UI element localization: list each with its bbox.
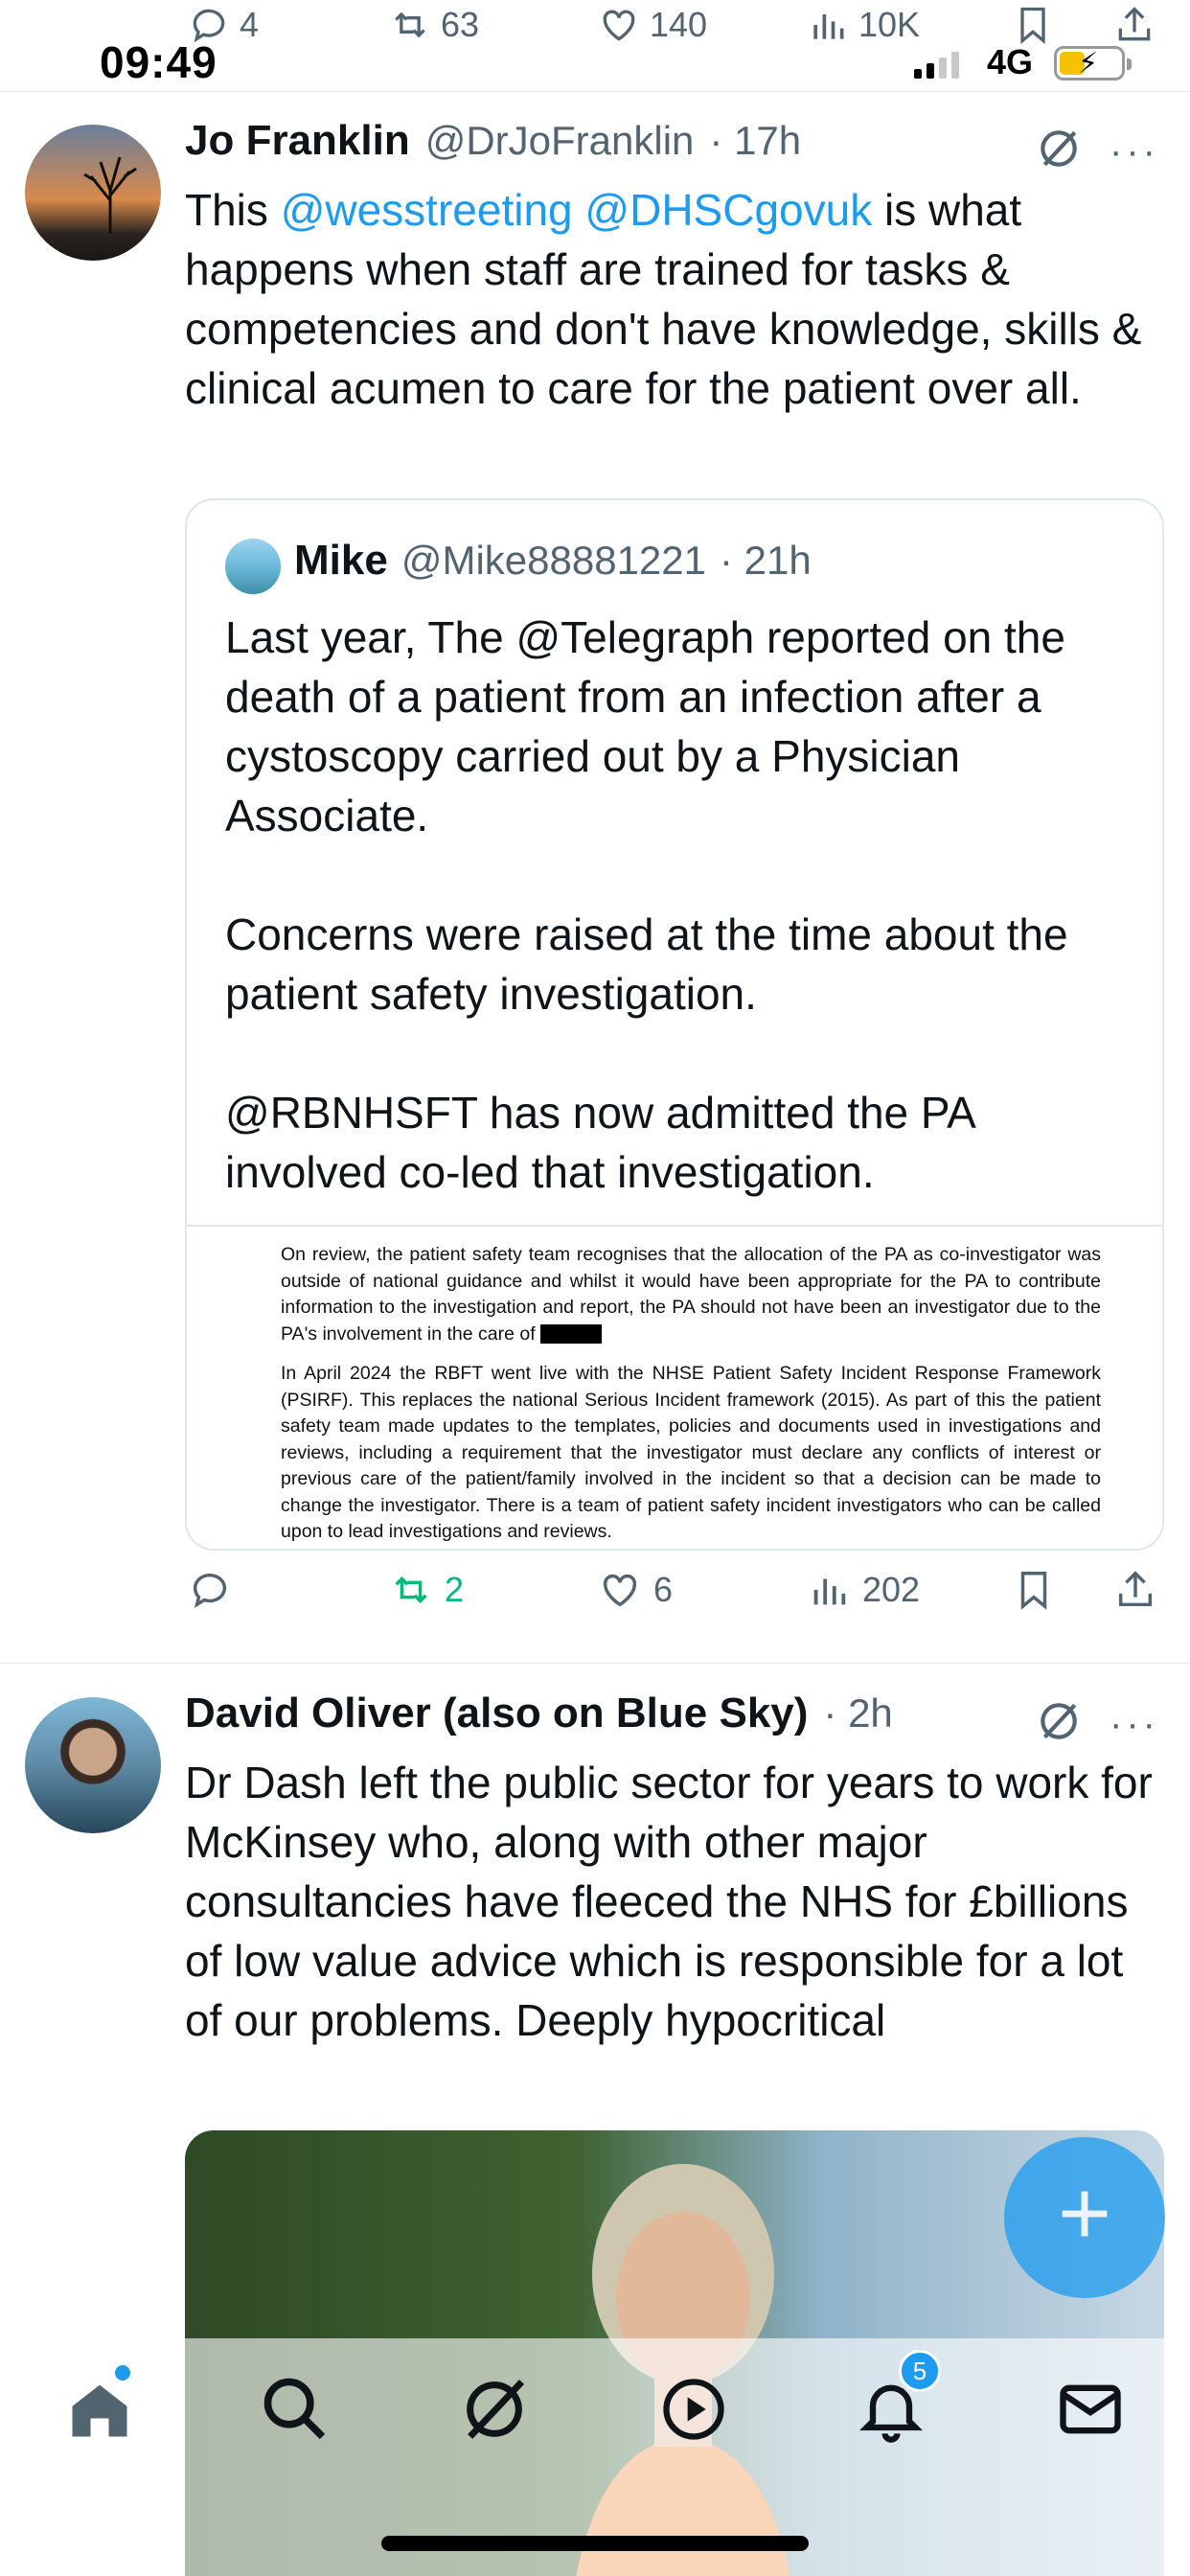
notification-badge: 5 xyxy=(899,2350,941,2392)
bookmark-button[interactable] xyxy=(1012,4,1054,46)
nav-notifications[interactable]: 5 xyxy=(855,2350,941,2446)
heart-icon xyxy=(603,1574,637,1607)
tweet-header: David Oliver (also on Blue Sky) · 2h xyxy=(185,1690,893,1737)
share-icon xyxy=(1118,1571,1153,1607)
battery-icon: ⚡ xyxy=(1054,46,1132,80)
grok-icon xyxy=(467,2380,525,2439)
tweet-action-bar: 2 6 202 xyxy=(0,1568,1190,1625)
like-count: 6 xyxy=(653,1570,674,1609)
views-count: 202 xyxy=(862,1570,921,1609)
redaction-box xyxy=(540,1324,603,1345)
compose-button[interactable]: + xyxy=(1004,2137,1165,2298)
views-icon xyxy=(813,14,844,39)
repost-icon xyxy=(395,12,425,38)
tweet-header: Jo Franklin @DrJoFranklin · 17h xyxy=(185,117,801,165)
mention-link[interactable]: @DHSCgovuk xyxy=(584,185,872,235)
video-icon xyxy=(663,2379,724,2440)
quoted-document-image[interactable]: On review, the patient safety team recog… xyxy=(187,1225,1162,1549)
nav-search[interactable] xyxy=(259,2373,332,2446)
quoted-tweet[interactable]: Mike @Mike88881221 · 21h Last year, The … xyxy=(185,498,1164,1551)
document-paragraph: On review, the patient safety team recog… xyxy=(281,1242,1101,1347)
mail-icon xyxy=(1060,2384,1121,2434)
tree-silhouette xyxy=(83,156,137,234)
tweet-text: Dr Dash left the public sector for years… xyxy=(185,1758,1165,2045)
quoted-tweet-time: · 21h xyxy=(720,538,812,583)
repost-count: 63 xyxy=(441,5,480,44)
tweet[interactable]: Jo Franklin @DrJoFranklin · 17h ··· This… xyxy=(0,92,1190,1664)
share-icon xyxy=(1118,7,1151,41)
home-indicator[interactable] xyxy=(381,2536,809,2551)
share-button[interactable] xyxy=(1113,1568,1157,1612)
bookmark-button[interactable] xyxy=(1012,1568,1056,1612)
repost-count: 2 xyxy=(445,1570,465,1609)
views-icon xyxy=(813,1578,846,1605)
quoted-tweet-text: Last year, The @Telegraph reported on th… xyxy=(225,612,1068,1197)
nav-video[interactable] xyxy=(657,2373,730,2446)
avatar[interactable] xyxy=(25,125,161,261)
repost-button[interactable]: 63 xyxy=(389,4,479,46)
quoted-avatar[interactable] xyxy=(225,539,281,594)
search-icon xyxy=(263,2378,326,2440)
reply-icon xyxy=(193,1574,227,1609)
status-bar: 4 63 140 10K 09:49 4G ⚡ xyxy=(0,0,1190,92)
author-handle[interactable]: @DrJoFranklin xyxy=(425,118,695,164)
grok-icon[interactable] xyxy=(1035,125,1083,172)
mention-link[interactable]: @wesstreeting xyxy=(281,185,573,235)
like-button[interactable]: 140 xyxy=(598,4,707,46)
document-text: On review, the patient safety team recog… xyxy=(281,1244,1101,1345)
like-button[interactable]: 6 xyxy=(598,1568,673,1612)
tweet-text: This @wesstreeting @DHSCgovuk is what ha… xyxy=(185,180,1162,418)
repost-icon xyxy=(395,1576,427,1603)
tweet-text-segment xyxy=(573,185,585,235)
quoted-author-handle[interactable]: @Mike88881221 xyxy=(401,538,706,584)
quoted-tweet-header: Mike @Mike88881221 · 21h xyxy=(294,537,812,585)
home-icon xyxy=(72,2384,127,2437)
tweet-time: · 2h xyxy=(823,1690,893,1736)
reply-count: 4 xyxy=(240,5,260,44)
new-posts-dot xyxy=(115,2365,130,2380)
tweet-text-segment: This xyxy=(185,185,281,235)
author-name[interactable]: David Oliver (also on Blue Sky) xyxy=(185,1690,808,1737)
share-button[interactable] xyxy=(1113,4,1156,46)
status-time: 09:49 xyxy=(100,37,217,87)
bookmark-icon xyxy=(1020,1572,1047,1610)
more-options-button[interactable]: ··· xyxy=(1110,130,1159,173)
views-button[interactable]: 10K xyxy=(807,4,920,46)
reply-button[interactable] xyxy=(188,1568,243,1612)
signal-strength-icon xyxy=(914,48,959,79)
nav-home[interactable] xyxy=(63,2365,136,2446)
tweet-time: · 17h xyxy=(709,118,802,163)
network-type: 4G xyxy=(987,42,1034,81)
author-name[interactable]: Jo Franklin xyxy=(185,117,410,165)
heart-icon xyxy=(603,10,635,41)
more-options-button[interactable]: ··· xyxy=(1110,1703,1159,1746)
like-count: 140 xyxy=(650,5,708,44)
nav-grok[interactable] xyxy=(458,2373,531,2446)
nav-messages[interactable] xyxy=(1054,2373,1127,2446)
bookmark-icon xyxy=(1020,7,1045,45)
views-button[interactable]: 202 xyxy=(807,1568,920,1612)
quoted-author-name[interactable]: Mike xyxy=(294,537,388,585)
repost-button[interactable]: 2 xyxy=(389,1568,464,1612)
views-count: 10K xyxy=(858,5,921,44)
grok-icon[interactable] xyxy=(1035,1697,1083,1745)
document-paragraph: In April 2024 the RBFT went live with th… xyxy=(281,1363,1101,1542)
avatar[interactable] xyxy=(25,1697,161,1833)
